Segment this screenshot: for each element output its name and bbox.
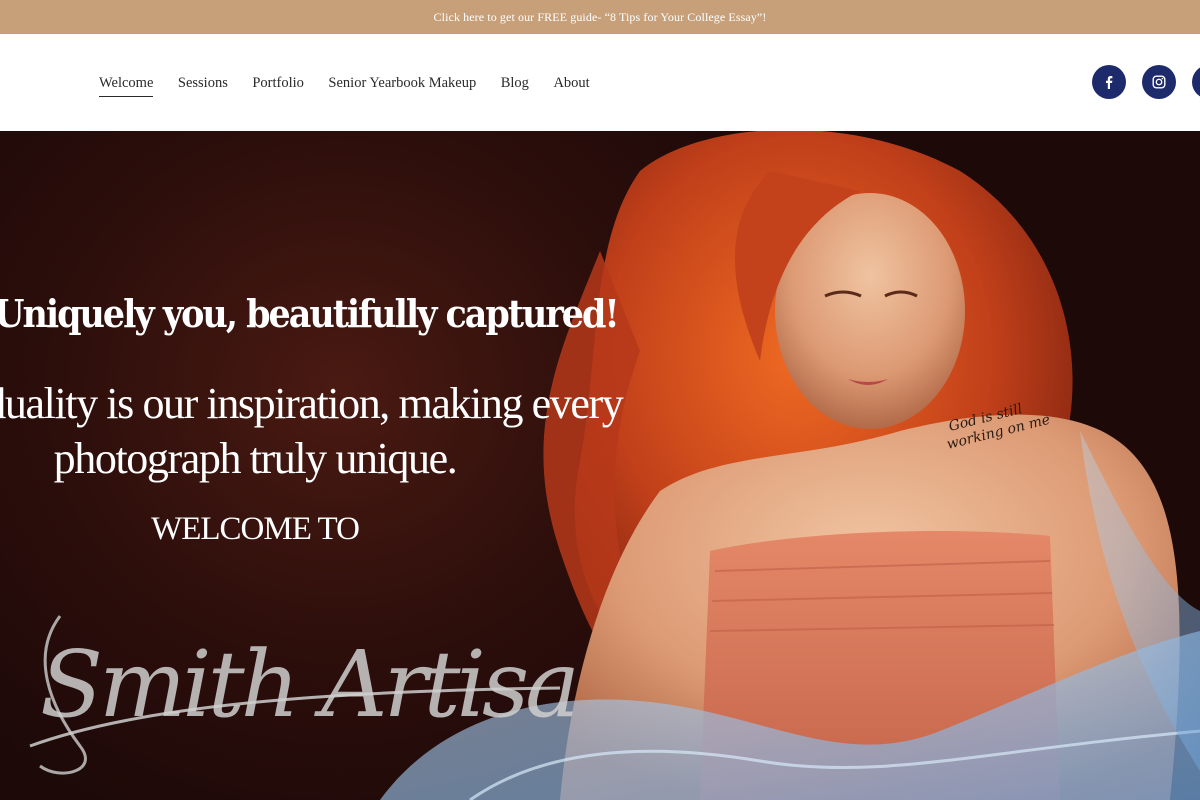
announcement-text[interactable]: Click here to get our FREE guide- “8 Tip…: [434, 10, 767, 25]
site-header: Welcome Sessions Portfolio Senior Yearbo…: [0, 34, 1200, 131]
nav-portfolio[interactable]: Portfolio: [252, 73, 304, 93]
smith-artisan-logo: Smith Artisan: [29, 615, 580, 775]
facebook-link[interactable]: [1092, 65, 1126, 99]
nav-blog[interactable]: Blog: [501, 73, 529, 93]
social-links: [1092, 65, 1200, 99]
instagram-link[interactable]: [1142, 65, 1176, 99]
nav-about[interactable]: About: [553, 73, 589, 93]
hero-subtitle-line-1: Individuality is our inspiration, making…: [0, 379, 624, 428]
nav-welcome[interactable]: Welcome: [99, 73, 154, 97]
nav-senior-yearbook-makeup[interactable]: Senior Yearbook Makeup: [328, 73, 476, 93]
hero-subtitle-line-2: photograph truly unique.: [53, 434, 458, 483]
announcement-bar[interactable]: Click here to get our FREE guide- “8 Tip…: [0, 0, 1200, 34]
hero-welcome: WELCOME TO: [151, 511, 360, 547]
main-nav: Welcome Sessions Portfolio Senior Yearbo…: [99, 34, 614, 131]
hero-subtitle: Individuality is our inspiration, making…: [0, 376, 760, 486]
facebook-icon: [1106, 76, 1113, 89]
social-link-3[interactable]: [1192, 65, 1200, 99]
hero-title: Uniquely you, beautifully captured!: [0, 291, 620, 336]
nav-sessions[interactable]: Sessions: [178, 73, 228, 93]
instagram-icon: [1152, 75, 1166, 89]
hero-section: God is still working on me Uniquely you,…: [0, 131, 1200, 800]
